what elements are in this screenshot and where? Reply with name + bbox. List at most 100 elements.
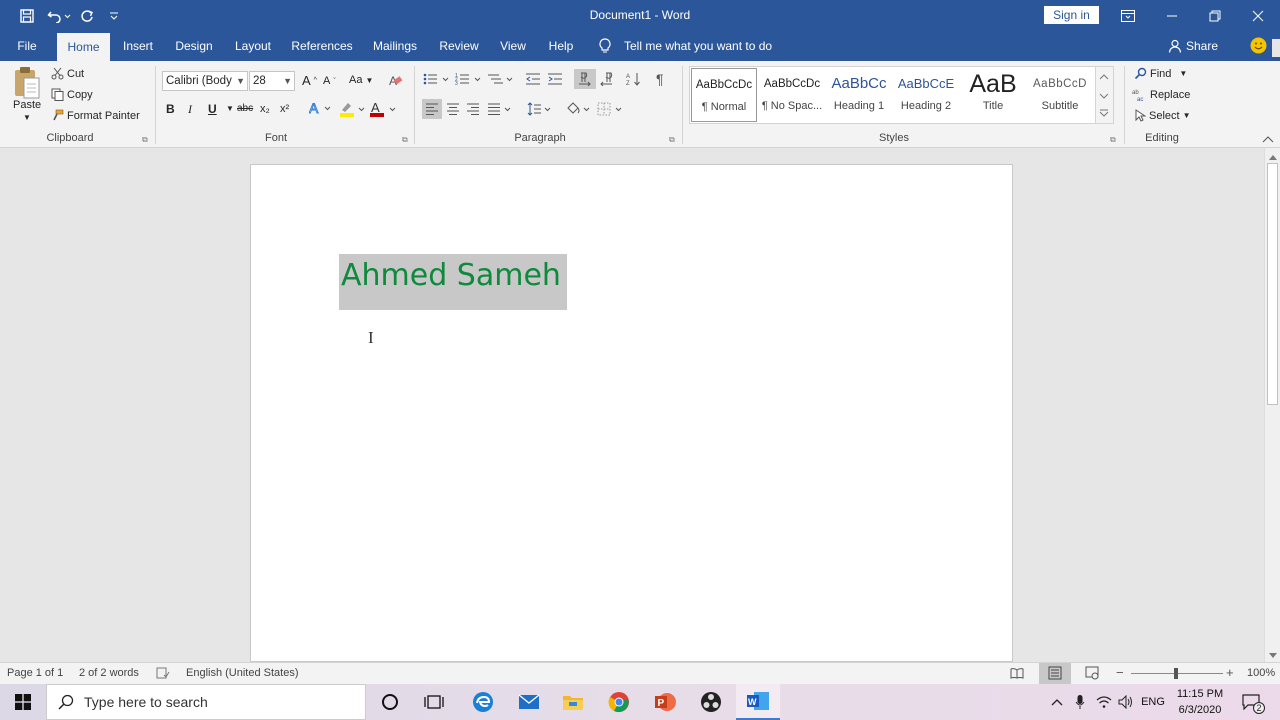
text-effects-icon[interactable]: A	[309, 101, 331, 115]
web-layout-icon[interactable]	[1085, 666, 1099, 683]
paste-icon[interactable]	[13, 66, 41, 103]
chrome-icon[interactable]	[599, 684, 639, 720]
tab-mailings[interactable]: Mailings	[366, 31, 424, 61]
document-page[interactable]: Ahmed Sameh I	[250, 164, 1013, 662]
replace-button[interactable]: ab ac Replace	[1132, 88, 1190, 102]
tab-help[interactable]: Help	[542, 31, 580, 61]
style-title[interactable]: AaB Title	[960, 68, 1026, 122]
tell-me-box[interactable]: Tell me what you want to do	[624, 31, 774, 61]
sign-in-button[interactable]: Sign in	[1044, 6, 1099, 24]
sort-icon[interactable]: AZ	[626, 72, 642, 86]
print-layout-icon[interactable]	[1048, 666, 1062, 683]
grow-font-icon[interactable]: A ^	[302, 73, 317, 88]
multilevel-list-icon[interactable]	[487, 72, 515, 86]
windows-start-icon[interactable]	[0, 684, 46, 720]
decrease-indent-icon[interactable]	[525, 72, 541, 86]
read-mode-icon[interactable]	[1010, 666, 1024, 683]
copy-button[interactable]: Copy	[51, 88, 93, 101]
share-person-icon[interactable]	[1168, 39, 1182, 56]
powerpoint-icon[interactable]: P	[645, 684, 685, 720]
tab-file[interactable]: File	[10, 31, 44, 61]
ribbon-display-options-icon[interactable]	[1105, 0, 1151, 31]
show-hidden-icons-icon[interactable]	[1048, 684, 1066, 720]
font-color-icon[interactable]: A	[370, 101, 398, 117]
clipboard-launcher-icon[interactable]: ⧉	[142, 135, 148, 145]
scroll-down-icon[interactable]	[1268, 648, 1278, 662]
subscript-button[interactable]: x₂	[260, 103, 270, 115]
numbering-icon[interactable]: 123	[455, 72, 483, 86]
edge-browser-icon[interactable]	[463, 684, 503, 720]
minimize-icon[interactable]	[1149, 0, 1195, 31]
font-family-select[interactable]: Calibri (Body ▼	[162, 71, 248, 91]
italic-button[interactable]: I	[188, 102, 192, 117]
tab-home[interactable]: Home	[57, 33, 110, 61]
shading-icon[interactable]	[565, 101, 593, 117]
gallery-more-icon[interactable]	[1099, 107, 1109, 121]
scroll-thumb[interactable]	[1267, 163, 1278, 405]
style-no-spacing[interactable]: AaBbCcDc ¶ No Spac...	[759, 68, 825, 122]
file-explorer-icon[interactable]	[553, 684, 593, 720]
selected-text[interactable]: Ahmed Sameh	[339, 254, 567, 310]
page-count[interactable]: Page 1 of 1	[7, 667, 63, 679]
tab-view[interactable]: View	[494, 31, 532, 61]
task-view-icon[interactable]	[414, 684, 454, 720]
gallery-up-icon[interactable]	[1099, 70, 1109, 84]
tab-layout[interactable]: Layout	[228, 31, 278, 61]
styles-launcher-icon[interactable]: ⧉	[1110, 135, 1116, 145]
obs-icon[interactable]	[691, 684, 731, 720]
share-button[interactable]: Share	[1186, 31, 1218, 61]
right-to-left-icon[interactable]	[598, 72, 614, 86]
select-button[interactable]: Select ▼	[1135, 109, 1191, 122]
collapse-ribbon-icon[interactable]	[1262, 133, 1274, 147]
highlight-icon[interactable]	[338, 101, 366, 117]
zoom-level[interactable]: 100%	[1247, 667, 1275, 679]
superscript-button[interactable]: x²	[280, 103, 289, 115]
style-heading-2[interactable]: AaBbCcE Heading 2	[893, 68, 959, 122]
gallery-down-icon[interactable]	[1099, 89, 1109, 103]
volume-icon[interactable]	[1116, 684, 1136, 720]
proofing-icon[interactable]	[156, 667, 170, 682]
tab-design[interactable]: Design	[170, 31, 218, 61]
find-button[interactable]: Find ▼	[1134, 67, 1187, 80]
taskbar-search-box[interactable]: Type here to search	[46, 684, 366, 720]
action-center-icon[interactable]: 2	[1236, 684, 1266, 720]
cortana-icon[interactable]	[370, 684, 410, 720]
style-normal[interactable]: AaBbCcDc ¶ Normal	[691, 68, 757, 122]
bullets-icon[interactable]	[423, 72, 451, 86]
underline-button[interactable]: U	[208, 102, 217, 116]
word-taskbar-button[interactable]: W	[736, 684, 780, 720]
strikethrough-button[interactable]: abc	[237, 103, 253, 114]
microphone-icon[interactable]	[1071, 684, 1089, 720]
language-indicator[interactable]: English (United States)	[186, 667, 299, 679]
clear-formatting-icon[interactable]: A	[389, 73, 403, 87]
tab-insert[interactable]: Insert	[117, 31, 159, 61]
zoom-slider-thumb[interactable]	[1174, 668, 1178, 679]
close-icon[interactable]	[1235, 0, 1280, 31]
shrink-font-icon[interactable]: Aˇ	[323, 75, 336, 87]
zoom-out-icon[interactable]: −	[1116, 665, 1124, 680]
bold-button[interactable]: B	[166, 102, 175, 116]
vertical-scrollbar[interactable]	[1264, 148, 1280, 662]
align-center-icon[interactable]	[446, 102, 460, 116]
input-language[interactable]: ENG	[1140, 684, 1166, 720]
paragraph-launcher-icon[interactable]: ⧉	[669, 135, 675, 145]
chevron-down-icon[interactable]: ▼	[226, 104, 234, 113]
borders-icon[interactable]	[597, 101, 625, 117]
show-paragraph-marks-icon[interactable]: ¶	[656, 71, 664, 87]
line-spacing-icon[interactable]	[527, 102, 553, 116]
zoom-in-icon[interactable]: +	[1226, 665, 1234, 680]
justify-icon[interactable]	[487, 102, 513, 116]
align-left-icon[interactable]	[425, 102, 439, 116]
tab-references[interactable]: References	[288, 31, 356, 61]
restore-icon[interactable]	[1192, 0, 1238, 31]
paste-button[interactable]: Paste	[13, 99, 41, 111]
tab-review[interactable]: Review	[434, 31, 484, 61]
smiley-feedback-icon[interactable]	[1250, 37, 1267, 57]
cut-button[interactable]: Cut	[51, 67, 84, 80]
font-launcher-icon[interactable]: ⧉	[402, 135, 408, 145]
wifi-icon[interactable]	[1094, 684, 1114, 720]
word-count[interactable]: 2 of 2 words	[79, 667, 139, 679]
clock[interactable]: 11:15 PM 6/3/2020	[1172, 686, 1228, 718]
font-size-select[interactable]: 28 ▼	[249, 71, 295, 91]
paste-dropdown-icon[interactable]: ▼	[23, 113, 31, 122]
